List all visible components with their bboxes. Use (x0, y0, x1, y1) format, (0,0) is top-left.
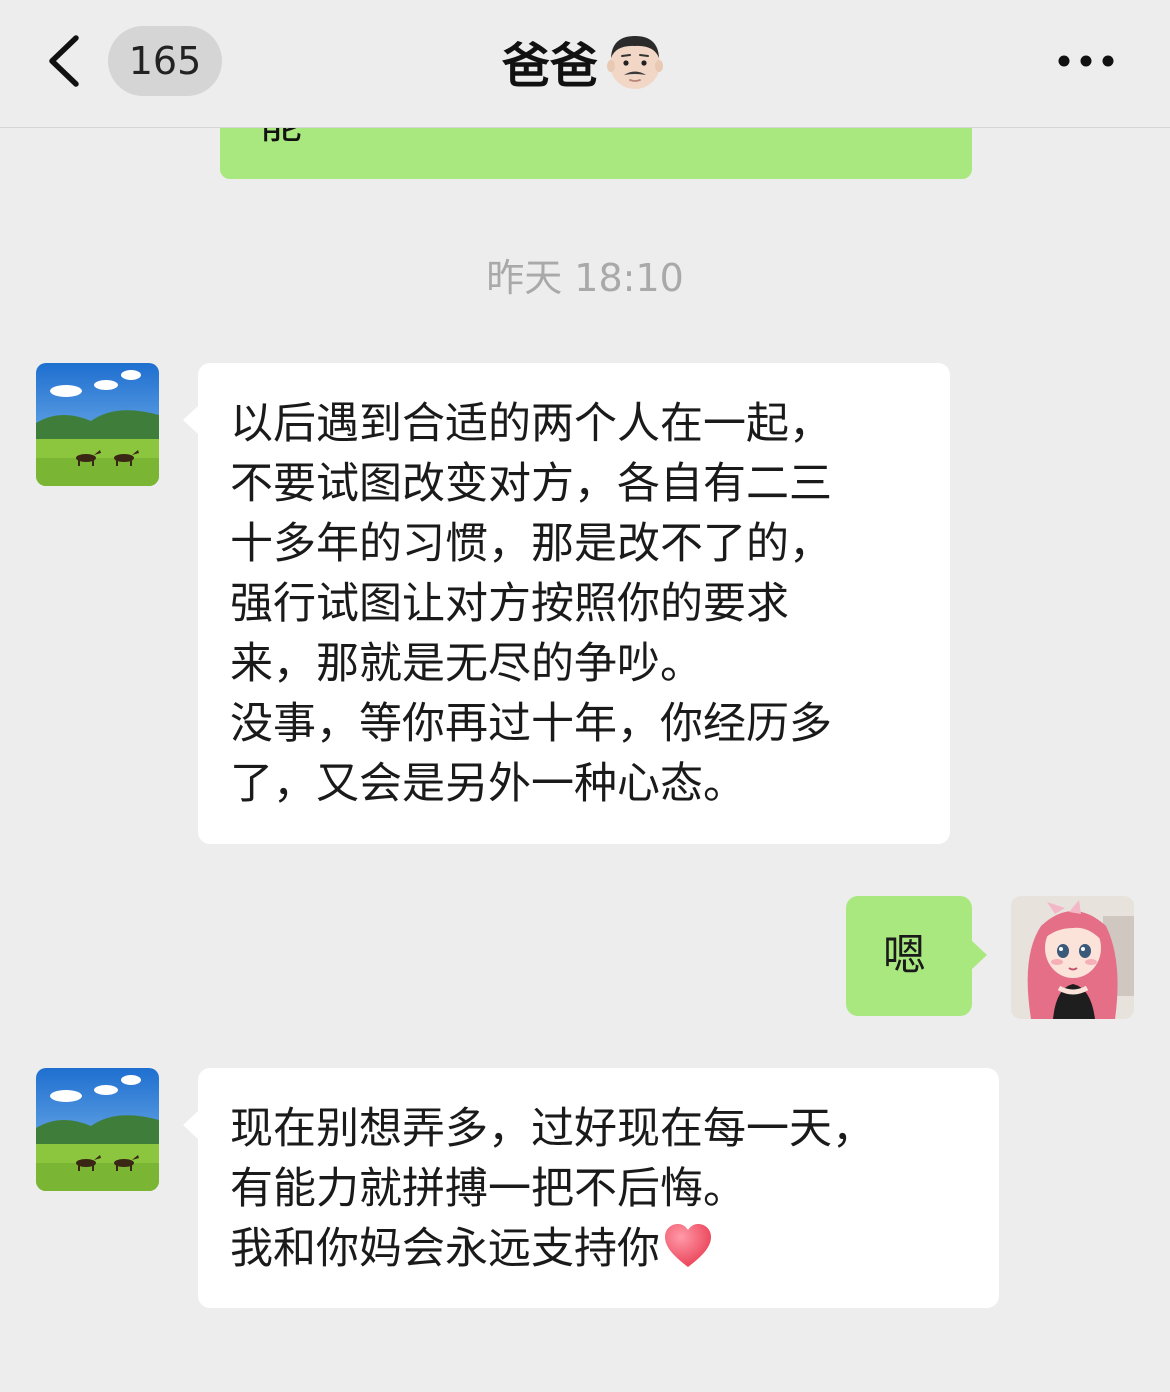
dad-avatar[interactable] (36, 1068, 159, 1191)
cartoon-girl-avatar-icon (1011, 896, 1134, 1019)
man-emoji-icon (607, 36, 663, 89)
dad-avatar[interactable] (36, 363, 159, 486)
message-line: 现在别想弄多，过好现在每一天， (230, 1104, 875, 1154)
message-line: 我和你妈会永远支持你 (230, 1219, 969, 1279)
chat-area[interactable]: 能 昨天 18:10 (0, 128, 1170, 1392)
message-text: 能 (260, 128, 302, 154)
more-options-button[interactable] (1052, 46, 1122, 76)
chevron-left-icon (49, 35, 79, 87)
message-bubble-outgoing[interactable]: 嗯 (846, 896, 987, 1016)
message-line: 十多年的习惯，那是改不了的， (230, 519, 832, 569)
red-heart-icon (665, 1224, 711, 1267)
message-bubble-outgoing-partial[interactable]: 能 (220, 128, 972, 179)
landscape-horses-avatar-icon (36, 1068, 159, 1191)
my-avatar[interactable] (1011, 896, 1134, 1019)
landscape-horses-avatar-icon (36, 363, 159, 486)
message-line: 以后遇到合适的两个人在一起， (230, 399, 832, 449)
back-button[interactable] (40, 32, 90, 90)
more-dots-icon (1058, 55, 1114, 67)
message-bubble-incoming[interactable]: 现在别想弄多，过好现在每一天， 有能力就拼搏一把不后悔。 我和你妈会永远支持你 (183, 1068, 999, 1308)
message-line: 没事，等你再过十年，你经历多 (230, 699, 832, 749)
message-line: 了，又会是另外一种心态。 (230, 759, 746, 809)
message-timestamp: 昨天 18:10 (486, 256, 684, 300)
chat-header: 165 爸爸 (0, 0, 1170, 128)
message-line: 嗯 (883, 931, 926, 981)
message-line: 强行试图让对方按照你的要求 (230, 579, 789, 629)
contact-name[interactable]: 爸爸 (502, 38, 598, 94)
message-line: 不要试图改变对方，各自有二三 (230, 459, 832, 509)
message-line: 有能力就拼搏一把不后悔。 (230, 1164, 746, 1214)
message-text: 我和你妈会永远支持你 (230, 1224, 660, 1274)
message-line: 来，那就是无尽的争吵。 (230, 639, 703, 689)
unread-count-badge[interactable]: 165 (108, 26, 222, 96)
message-bubble-incoming[interactable]: 以后遇到合适的两个人在一起， 不要试图改变对方，各自有二三 十多年的习惯，那是改… (183, 363, 950, 844)
